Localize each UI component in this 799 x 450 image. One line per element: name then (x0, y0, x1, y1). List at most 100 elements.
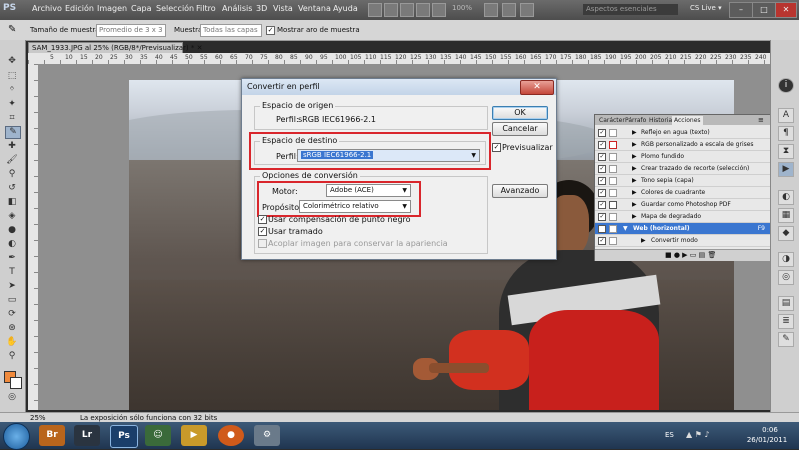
bridge-icon[interactable] (368, 3, 382, 17)
bridge-taskbar-icon[interactable]: Br (39, 425, 65, 446)
messenger-taskbar-icon[interactable]: ☺ (145, 425, 171, 446)
dialog-toggle[interactable] (609, 177, 617, 185)
panel-menu-icon[interactable]: ≡ (758, 116, 764, 124)
zoom-level[interactable]: 100% (452, 4, 472, 12)
screen-mode-icon[interactable] (502, 3, 516, 17)
actions-control-icons[interactable]: ■ ● ▶ ▭ ▤ 🗑 (665, 250, 716, 261)
expand-triangle-icon[interactable]: ▶ (632, 163, 637, 174)
menu-filtro[interactable]: Filtro (196, 4, 216, 13)
action-checkbox[interactable]: ✓ (598, 153, 606, 161)
language-indicator[interactable]: ES (665, 431, 674, 439)
action-item[interactable]: ✓ ▶ Plomo fundido (595, 151, 770, 163)
shape-tool-icon[interactable]: ▭ (5, 295, 19, 306)
lasso-tool-icon[interactable]: ᛜ (5, 85, 19, 96)
history-brush-icon[interactable]: ↺ (5, 183, 19, 194)
dialog-toggle[interactable] (609, 225, 617, 233)
preview-checkbox[interactable]: ✓ (492, 143, 501, 152)
character-icon[interactable]: A (778, 108, 794, 123)
tab-acciones[interactable]: Acciones (672, 116, 703, 125)
type-tool-icon[interactable]: T (5, 267, 19, 278)
sample-select[interactable]: Todas las capas (200, 24, 262, 37)
menu-archivo[interactable]: Archivo (32, 4, 62, 13)
intent-select[interactable]: Colorimétrico relativo ▼ (299, 200, 411, 213)
color-icon[interactable]: ◐ (778, 190, 794, 205)
photoshop-taskbar-icon[interactable]: Ps (110, 425, 138, 448)
expand-triangle-icon[interactable]: ▶ (632, 199, 637, 210)
action-checkbox[interactable]: ✓ (598, 201, 606, 209)
action-item[interactable]: ✓ ▶ Tono sepia (capa) (595, 175, 770, 187)
action-item[interactable]: ✓ ▶ Crear trazado de recorte (selección) (595, 163, 770, 175)
action-item[interactable]: ✓ ▶ Convertir modo (595, 235, 770, 247)
destination-profile-select[interactable]: sRGB IEC61966-2.1 ▼ (297, 149, 480, 162)
tab-historia[interactable]: Historia (647, 116, 674, 125)
start-button[interactable] (3, 423, 30, 450)
expand-triangle-icon[interactable]: ▶ (632, 211, 637, 222)
quick-select-icon[interactable]: ✦ (5, 99, 19, 110)
menu-ventana[interactable]: Ventana (298, 4, 331, 13)
utility-taskbar-icon[interactable]: ⚙ (254, 425, 280, 446)
eraser-tool-icon[interactable]: ◧ (5, 197, 19, 208)
dialog-toggle[interactable] (609, 189, 617, 197)
dialog-close-button[interactable]: ✕ (520, 80, 554, 95)
menu-imagen[interactable]: Imagen (97, 4, 127, 13)
cs-live-menu[interactable]: CS Live ▾ (690, 4, 722, 12)
black-point-checkbox[interactable]: ✓ (258, 215, 267, 224)
engine-select[interactable]: Adobe (ACE) ▼ (326, 184, 411, 197)
expand-triangle-icon[interactable]: ▶ (632, 127, 637, 138)
action-checkbox[interactable]: ✓ (598, 177, 606, 185)
tray-icons[interactable]: ▲ ⚑ ♪ (686, 430, 710, 439)
hand-icon[interactable] (416, 3, 430, 17)
paragraph-icon[interactable]: ¶ (778, 126, 794, 141)
clock-time[interactable]: 0:06 (750, 426, 790, 434)
expand-triangle-icon[interactable]: ▶ (632, 139, 637, 150)
channels-icon[interactable]: ≣ (778, 314, 794, 329)
action-checkbox[interactable]: ✓ (598, 225, 606, 233)
minimize-button[interactable]: – (729, 2, 753, 18)
eyedropper-tool-icon[interactable]: ✎ (5, 126, 21, 139)
expand-triangle-icon[interactable]: ▶ (641, 235, 646, 246)
dialog-toggle[interactable] (609, 153, 617, 161)
adjustments-icon[interactable]: ◑ (778, 252, 794, 267)
tab-parrafo[interactable]: Párrafo (623, 116, 648, 125)
info-icon[interactable]: i (778, 78, 794, 93)
layers-icon[interactable]: ▤ (778, 296, 794, 311)
zoom-tool-icon[interactable] (432, 3, 446, 17)
move-tool-icon[interactable]: ✥ (5, 56, 19, 67)
menu-vista[interactable]: Vista (273, 4, 293, 13)
eyedropper-icon[interactable]: ✎ (8, 24, 16, 35)
clone-stamp-icon[interactable]: ⚲ (5, 169, 19, 180)
zoom-tool-icon[interactable]: ⚲ (5, 351, 19, 362)
blur-tool-icon[interactable]: ● (5, 225, 19, 236)
swatches-icon[interactable]: ▦ (778, 208, 794, 223)
action-item[interactable]: ✓ ▶ Colores de cuadrante (595, 187, 770, 199)
history-icon[interactable]: ⧗ (778, 144, 794, 159)
expand-triangle-icon[interactable]: ▶ (632, 175, 637, 186)
dodge-tool-icon[interactable]: ◐ (5, 239, 19, 250)
paths-icon[interactable]: ✎ (778, 332, 794, 347)
quick-mask-icon[interactable]: ◎ (5, 392, 19, 403)
crop-tool-icon[interactable]: ⌗ (5, 113, 19, 124)
menu-ayuda[interactable]: Ayuda (333, 4, 358, 13)
extras-icon[interactable] (400, 3, 414, 17)
styles-icon[interactable]: ◆ (778, 226, 794, 241)
menu-edicion[interactable]: Edición (65, 4, 94, 13)
path-select-icon[interactable]: ➤ (5, 281, 19, 292)
healing-brush-icon[interactable]: ✚ (5, 141, 19, 152)
action-item-selected[interactable]: ✓ ▼ Web (horizontal) F9 (595, 223, 770, 235)
firefox-taskbar-icon[interactable]: ● (218, 425, 244, 446)
menu-analisis[interactable]: Análisis (222, 4, 252, 13)
actions-icon[interactable]: ▶ (778, 162, 794, 177)
action-checkbox[interactable]: ✓ (598, 237, 606, 245)
maximize-button[interactable]: □ (752, 2, 776, 18)
3d-orbit-icon[interactable]: ⊛ (5, 323, 19, 334)
dither-checkbox[interactable]: ✓ (258, 227, 267, 236)
media-player-taskbar-icon[interactable]: ▶ (181, 425, 207, 446)
action-checkbox[interactable]: ✓ (598, 213, 606, 221)
action-item[interactable]: ✓ ▶ Guardar como Photoshop PDF (595, 199, 770, 211)
action-checkbox[interactable]: ✓ (598, 165, 606, 173)
expand-triangle-icon[interactable]: ▼ (623, 223, 628, 234)
close-button[interactable]: ✕ (775, 2, 797, 18)
brush-tool-icon[interactable]: 🖌 (5, 155, 19, 166)
expand-triangle-icon[interactable]: ▶ (632, 151, 637, 162)
minibridge-icon[interactable] (384, 3, 398, 17)
